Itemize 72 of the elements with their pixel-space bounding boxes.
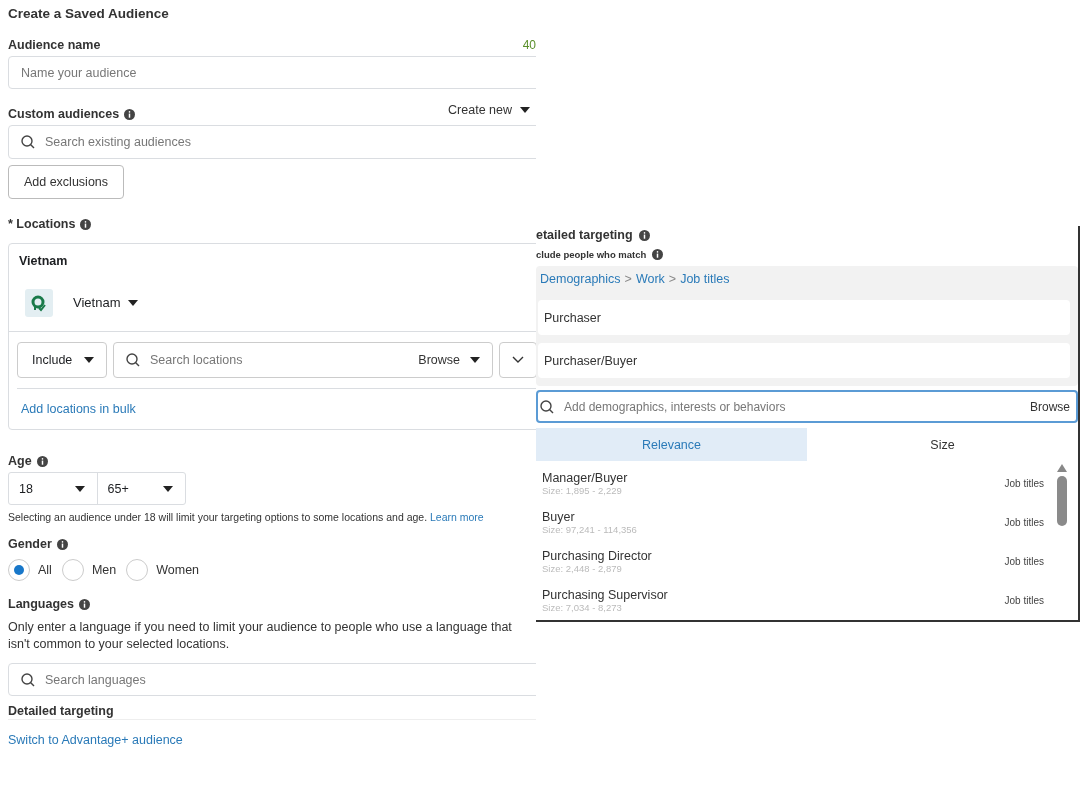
result-size: Size: 97,241 - 114,356: [542, 524, 638, 535]
add-locations-bulk-link[interactable]: Add locations in bulk: [21, 402, 136, 416]
result-category: Job titles: [1004, 517, 1044, 528]
page-title: Create a Saved Audience: [8, 5, 170, 23]
radio-label: All: [38, 563, 52, 577]
result-size: Size: 1,895 - 2,229: [542, 485, 623, 496]
search-icon: [21, 672, 35, 687]
info-icon: [56, 538, 68, 550]
field-label: Age: [8, 454, 32, 468]
languages-description: Only enter a language if you need to limit your audience to people who use a language that isn't common to your selected locations.: [8, 619, 513, 653]
info-icon: [80, 218, 92, 230]
include-dropdown[interactable]: Include: [17, 342, 107, 378]
age-note: Selecting an audience under 18 will limit your targeting options to some locations and age. Learn more: [8, 511, 485, 523]
breadcrumb-link[interactable]: Work: [635, 272, 665, 286]
character-counter: 40: [522, 38, 536, 52]
result-size: Size: 7,034 - 8,273: [542, 602, 623, 613]
scroll-up-icon[interactable]: [1057, 464, 1067, 472]
radio-label: Women: [156, 563, 200, 577]
location-pin-icon: [25, 288, 53, 317]
section-heading: etailed targeting: [536, 228, 633, 242]
country-dropdown[interactable]: Vietnam: [73, 295, 139, 310]
audience-name-field[interactable]: Name your audience: [8, 56, 536, 89]
breadcrumb-link[interactable]: Job titles: [680, 272, 730, 286]
search-icon: [540, 399, 554, 414]
caret-icon: [520, 107, 530, 113]
sort-tab[interactable]: Relevance: [536, 428, 807, 461]
add-exclusions-button[interactable]: Add exclusions: [8, 165, 124, 199]
radio-label: Men: [91, 563, 117, 577]
selected-item[interactable]: Purchaser/Buyer: [538, 343, 1070, 378]
field-label: Gender: [8, 537, 52, 551]
caret-icon: [74, 485, 85, 492]
field-label: * Locations: [8, 217, 76, 231]
section-subheading: clude people who match: [536, 248, 647, 260]
switch-audience-link[interactable]: Switch to Advantage+ audience: [8, 733, 183, 747]
create-new-dropdown[interactable]: Create new: [448, 103, 530, 117]
result-name[interactable]: Buyer: [542, 510, 1005, 524]
breadcrumb-separator: >: [668, 272, 677, 286]
scrollbar-thumb[interactable]: [1057, 476, 1067, 526]
result-category: Job titles: [1004, 478, 1044, 489]
caret-icon: [84, 357, 94, 363]
result-size: Size: 2,448 - 2,879: [542, 563, 623, 574]
info-icon: [652, 248, 664, 260]
info-icon: [124, 108, 136, 120]
max-age-dropdown[interactable]: 65+: [97, 473, 185, 504]
result-name[interactable]: Purchasing Director: [542, 549, 1005, 563]
targeting-search-field[interactable]: Add demographics, interests or behaviors Browse: [536, 390, 1078, 423]
location-search-field[interactable]: Search locations Browse: [113, 342, 493, 378]
custom-audience-search-field[interactable]: Search existing audiences: [8, 125, 536, 159]
breadcrumb-link[interactable]: Demographics: [540, 272, 621, 286]
caret-icon: [163, 485, 173, 492]
search-icon: [126, 353, 140, 367]
learn-more-link[interactable]: Learn more: [430, 511, 484, 523]
result-category: Job titles: [1004, 556, 1044, 567]
field-label: Languages: [8, 597, 74, 611]
selected-item[interactable]: Purchaser: [538, 300, 1070, 335]
chevron-down-icon: [512, 356, 524, 364]
language-search-field[interactable]: Search languages: [8, 663, 536, 696]
info-icon: [79, 598, 90, 610]
info-icon: [36, 455, 48, 467]
section-heading: Detailed targeting: [8, 703, 115, 720]
result-name[interactable]: Manager/Buyer: [542, 471, 1005, 485]
info-icon: [638, 229, 650, 241]
breadcrumb-separator: >: [624, 272, 632, 286]
caret-icon: [470, 357, 480, 363]
field-label: Audience name: [8, 38, 101, 52]
result-name[interactable]: Purchasing Supervisor: [542, 588, 1005, 602]
search-icon: [21, 135, 35, 149]
result-category: Job titles: [1004, 595, 1044, 606]
min-age-dropdown[interactable]: 18: [9, 473, 98, 504]
field-label: Custom audiences: [8, 107, 120, 121]
caret-icon: [128, 299, 139, 306]
location-group-title: Vietnam: [18, 253, 69, 270]
